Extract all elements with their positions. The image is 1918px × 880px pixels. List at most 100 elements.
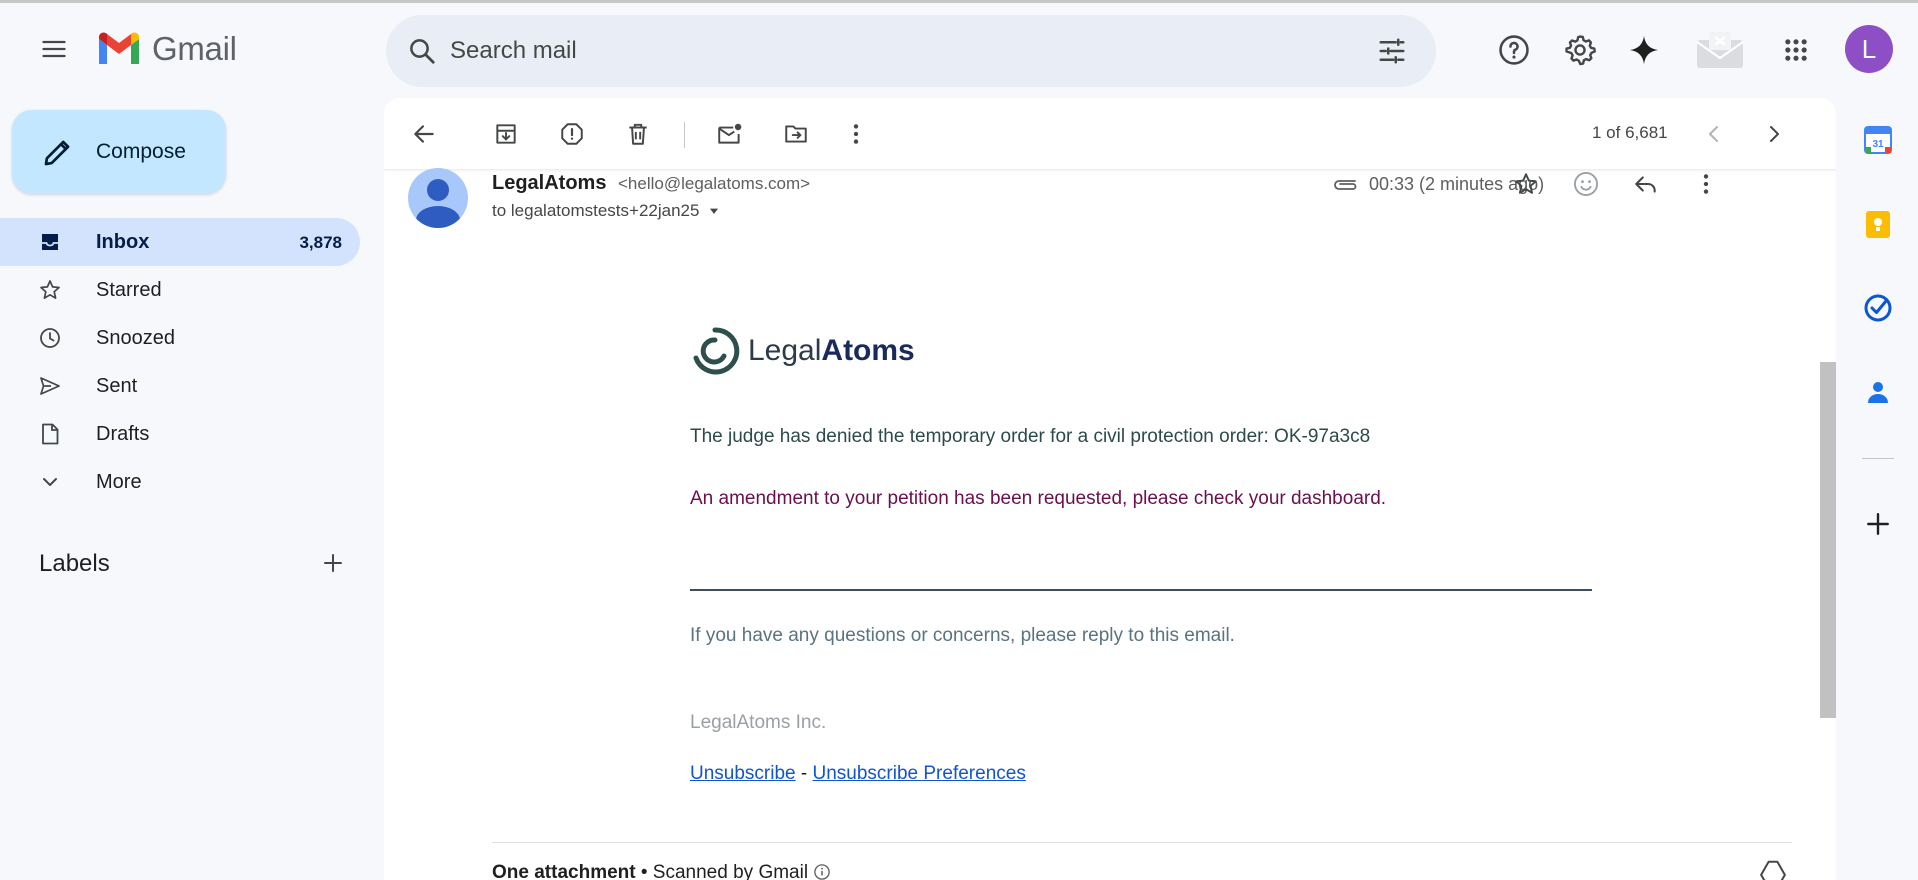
send-icon bbox=[38, 374, 62, 398]
add-to-drive-button[interactable] bbox=[1758, 858, 1788, 880]
sidebar-item-drafts[interactable]: Drafts bbox=[0, 410, 360, 458]
report-icon bbox=[561, 123, 583, 145]
hamburger-icon bbox=[42, 40, 66, 58]
footer-links: Unsubscribe - Unsubscribe Preferences bbox=[690, 763, 1026, 785]
sidebar-item-more[interactable]: More bbox=[0, 458, 360, 506]
gmail-logo[interactable]: Gmail bbox=[96, 30, 237, 68]
main-menu-button[interactable] bbox=[30, 25, 78, 73]
more-options-button[interactable] bbox=[838, 116, 874, 152]
sidebar-item-starred[interactable]: Starred bbox=[0, 266, 360, 314]
sidebar-item-label: Sent bbox=[96, 375, 138, 397]
calendar-app-button[interactable]: 31 bbox=[1860, 122, 1896, 158]
emoji-icon bbox=[1573, 171, 1599, 197]
trash-icon bbox=[629, 123, 647, 145]
support-button[interactable] bbox=[1492, 28, 1536, 72]
search-bar[interactable] bbox=[386, 15, 1436, 87]
mark-unread-button[interactable] bbox=[712, 116, 748, 152]
move-to-button[interactable] bbox=[778, 116, 814, 152]
attachments-divider bbox=[492, 842, 1792, 843]
newer-button[interactable] bbox=[1696, 116, 1732, 152]
unsubscribe-preferences-link[interactable]: Unsubscribe Preferences bbox=[813, 763, 1026, 784]
add-reaction-button[interactable] bbox=[1568, 166, 1604, 202]
svg-text:31: 31 bbox=[1872, 139, 1884, 150]
sidebar-item-sent[interactable]: Sent bbox=[0, 362, 360, 410]
sidebar-nav: Inbox 3,878 Starred Snoozed Sent Drafts … bbox=[0, 218, 360, 506]
chevron-right-icon bbox=[1770, 126, 1779, 142]
attachments-title: One attachment bbox=[492, 862, 636, 880]
search-button[interactable] bbox=[404, 33, 440, 69]
account-avatar[interactable]: L bbox=[1845, 25, 1893, 73]
star-icon bbox=[1515, 173, 1537, 194]
compose-button[interactable]: Compose bbox=[12, 110, 226, 194]
plus-icon bbox=[1867, 513, 1889, 535]
star-button[interactable] bbox=[1508, 166, 1544, 202]
sidebar-item-label: Starred bbox=[96, 279, 162, 301]
help-icon bbox=[1499, 35, 1529, 65]
pagination-count: 1 of 6,681 bbox=[1592, 123, 1668, 142]
older-button[interactable] bbox=[1756, 116, 1792, 152]
unsubscribe-link[interactable]: Unsubscribe bbox=[690, 763, 796, 784]
gemini-button[interactable] bbox=[1622, 28, 1666, 72]
search-icon bbox=[410, 39, 435, 64]
reply-button[interactable] bbox=[1628, 166, 1664, 202]
side-panel-divider bbox=[1862, 458, 1894, 459]
star-icon bbox=[38, 278, 62, 302]
recipient-text: to legalatomstests+22jan25 bbox=[492, 201, 700, 220]
sidebar-item-snoozed[interactable]: Snoozed bbox=[0, 314, 360, 362]
message-scrollbar[interactable] bbox=[1820, 362, 1836, 718]
sender-name[interactable]: LegalAtoms bbox=[492, 172, 606, 195]
sidebar-item-label: Drafts bbox=[96, 423, 150, 445]
message-toolbar: 1 of 6,681 bbox=[384, 98, 1836, 170]
inbox-icon bbox=[38, 230, 62, 254]
archive-button[interactable] bbox=[488, 116, 524, 152]
report-spam-button[interactable] bbox=[554, 116, 590, 152]
legalatoms-swirl-icon bbox=[693, 327, 740, 375]
unread-count: 3,878 bbox=[299, 233, 342, 252]
labels-heading: Labels bbox=[39, 550, 110, 577]
settings-button[interactable] bbox=[1558, 28, 1602, 72]
contacts-icon bbox=[1868, 382, 1888, 403]
tasks-icon bbox=[1864, 294, 1892, 322]
move-to-folder-icon bbox=[785, 125, 807, 143]
apps-grid-icon bbox=[1785, 39, 1807, 61]
company-name: LegalAtoms Inc. bbox=[690, 712, 827, 733]
calendar-icon: 31 bbox=[1864, 126, 1892, 154]
legalatoms-logo: LegalAtoms bbox=[690, 326, 915, 376]
sidebar-item-inbox[interactable]: Inbox 3,878 bbox=[0, 218, 360, 266]
create-label-button[interactable] bbox=[318, 548, 348, 578]
keep-app-button[interactable] bbox=[1860, 206, 1896, 242]
message-more-button[interactable] bbox=[1688, 166, 1724, 202]
envelope-logo-icon bbox=[1696, 32, 1744, 68]
body-divider bbox=[690, 589, 1592, 591]
more-vert-icon bbox=[1703, 174, 1709, 194]
recipient-details[interactable]: to legalatomstests+22jan25 bbox=[492, 201, 721, 221]
search-input[interactable] bbox=[450, 29, 1330, 73]
amendment-notice: An amendment to your petition has been r… bbox=[690, 488, 1387, 509]
gemini-sparkle-icon bbox=[1629, 35, 1659, 65]
delete-button[interactable] bbox=[620, 116, 656, 152]
google-apps-button[interactable] bbox=[1774, 28, 1818, 72]
app-name: Gmail bbox=[152, 30, 237, 67]
plus-icon bbox=[324, 554, 342, 572]
toolbar-divider bbox=[684, 122, 685, 148]
info-icon[interactable] bbox=[813, 863, 831, 880]
search-options-button[interactable] bbox=[1374, 33, 1410, 69]
get-addons-button[interactable] bbox=[1860, 506, 1896, 542]
contacts-app-button[interactable] bbox=[1860, 374, 1896, 410]
sidebar-item-label: Inbox bbox=[96, 231, 150, 253]
clock-icon bbox=[38, 326, 62, 350]
mark-unread-icon bbox=[718, 123, 742, 144]
chevron-down-icon bbox=[38, 470, 62, 494]
org-logo-button[interactable] bbox=[1694, 28, 1746, 72]
back-button[interactable] bbox=[406, 116, 442, 152]
drive-add-icon bbox=[1760, 860, 1786, 880]
tasks-app-button[interactable] bbox=[1860, 290, 1896, 326]
sender-email: <hello@legalatoms.com> bbox=[618, 174, 811, 193]
sidebar-item-label: More bbox=[96, 471, 142, 493]
gear-icon bbox=[1565, 35, 1596, 66]
sidebar-item-label: Snoozed bbox=[96, 327, 175, 349]
more-vert-icon bbox=[853, 124, 859, 144]
sender-avatar[interactable] bbox=[408, 168, 468, 228]
draft-icon bbox=[38, 422, 62, 446]
compose-label: Compose bbox=[96, 140, 186, 163]
